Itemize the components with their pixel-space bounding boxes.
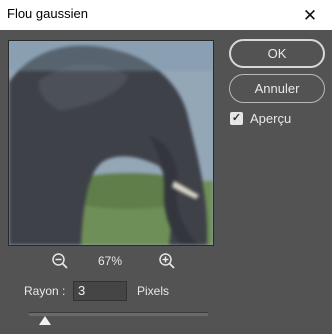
- close-icon: ✕: [302, 5, 318, 25]
- radius-label: Rayon :: [24, 284, 66, 298]
- close-button[interactable]: ✕: [288, 0, 332, 30]
- zoom-out-icon[interactable]: [51, 252, 69, 275]
- radius-unit-label: Pixels: [137, 284, 170, 298]
- zoom-in-icon[interactable]: [158, 252, 176, 275]
- window-title: Flou gaussien: [7, 6, 88, 21]
- preview-toggle[interactable]: ✓ Aperçu: [230, 110, 291, 126]
- cancel-button[interactable]: Annuler: [229, 74, 325, 103]
- ok-button[interactable]: OK: [229, 39, 325, 68]
- radius-slider-thumb[interactable]: [39, 316, 52, 325]
- zoom-controls: 67%: [8, 252, 212, 272]
- checkmark-icon: ✓: [231, 111, 242, 124]
- zoom-level: 67%: [98, 254, 123, 268]
- preview-checkbox[interactable]: ✓: [230, 111, 243, 125]
- preview-image[interactable]: [8, 40, 214, 246]
- radius-input[interactable]: 3: [73, 281, 127, 301]
- radius-slider-track[interactable]: [29, 312, 208, 316]
- title-bar: Flou gaussien ✕: [0, 0, 332, 30]
- preview-label: Aperçu: [250, 110, 292, 126]
